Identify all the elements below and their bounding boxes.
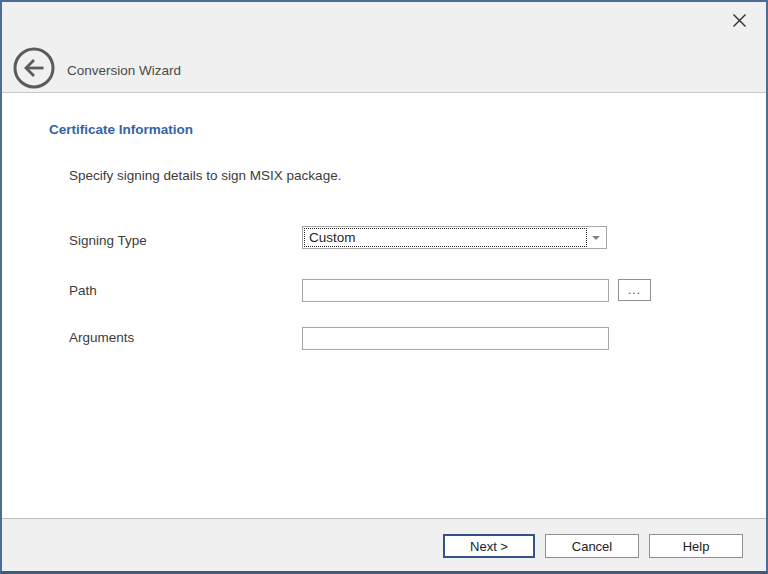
path-label: Path <box>69 283 97 298</box>
signing-type-dropdown[interactable]: Custom <box>302 226 607 249</box>
arguments-input[interactable] <box>302 327 609 350</box>
page-heading: Certificate Information <box>49 122 193 137</box>
dropdown-arrow-icon <box>592 236 600 240</box>
back-arrow-icon <box>12 78 56 93</box>
signing-type-label: Signing Type <box>69 233 147 248</box>
close-icon <box>732 13 747 31</box>
cancel-button[interactable]: Cancel <box>545 534 639 558</box>
browse-button[interactable]: ... <box>618 279 651 301</box>
path-input[interactable] <box>302 279 609 302</box>
signing-type-value: Custom <box>304 228 587 247</box>
arguments-label: Arguments <box>69 330 134 345</box>
back-button[interactable] <box>12 46 56 90</box>
close-button[interactable] <box>728 11 750 33</box>
page-description: Specify signing details to sign MSIX pac… <box>69 168 341 183</box>
wizard-window: Conversion Wizard Certificate Informatio… <box>0 0 768 574</box>
wizard-title: Conversion Wizard <box>67 63 181 78</box>
wizard-header <box>2 2 766 93</box>
next-button[interactable]: Next > <box>443 534 535 558</box>
help-button[interactable]: Help <box>649 534 743 558</box>
